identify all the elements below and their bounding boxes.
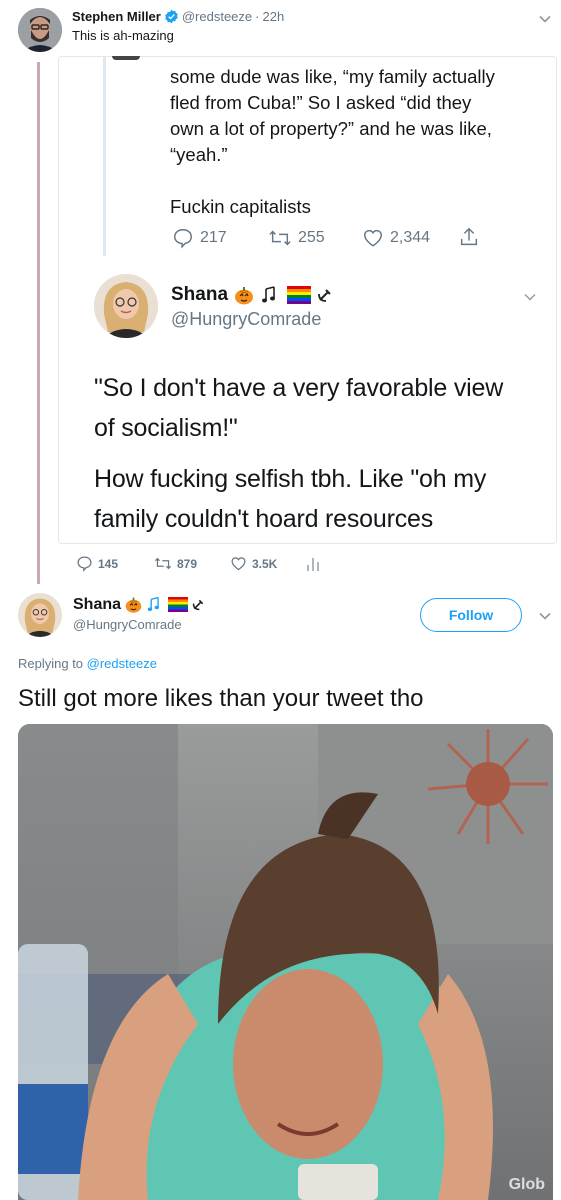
thread-line — [37, 62, 40, 584]
embedded-text-line: family couldn't hoard resources — [94, 505, 434, 533]
shana-avatar[interactable] — [18, 593, 62, 637]
tweet-header: Stephen Miller @redsteeze · 22h — [72, 9, 284, 24]
embedded-retweet-stat[interactable]: 879 — [154, 555, 197, 572]
quoted-line: fled from Cuba!” So I asked “did they — [170, 92, 472, 113]
embedded-name-row: Shana — [171, 284, 334, 306]
gif-watermark: Glob — [508, 1176, 545, 1193]
reply-author-handle[interactable]: @HungryComrade — [73, 617, 182, 632]
follow-button[interactable]: Follow — [420, 598, 522, 632]
reply-tweet-text: Still got more likes than your tweet tho — [18, 685, 424, 712]
quoted-line: “yeah.” — [170, 144, 228, 165]
tweet-time[interactable]: 22h — [263, 9, 285, 24]
replying-to-handle[interactable]: @redsteeze — [87, 656, 157, 671]
quoted-thread-line — [103, 56, 106, 256]
reply-icon — [77, 556, 92, 572]
embedded-author-handle[interactable]: @HungryComrade — [171, 309, 321, 330]
tweet-text: This is ah-mazing — [72, 28, 174, 43]
pumpkin-emoji — [235, 287, 254, 305]
quoted-punchline: Fuckin capitalists — [170, 196, 311, 217]
time-separator: · — [255, 9, 260, 24]
embedded-author-name[interactable]: Shana — [171, 284, 228, 306]
hammer-sickle-emoji — [318, 289, 331, 302]
cropped-avatar-edge — [112, 56, 140, 60]
verified-badge-icon — [164, 9, 179, 24]
embedded-text-line: of socialism!" — [94, 414, 238, 442]
like-icon — [231, 557, 246, 571]
retweet-count: 255 — [298, 229, 325, 246]
music-notes-emoji — [262, 286, 276, 303]
replying-to-label: Replying to — [18, 656, 87, 671]
quoted-line: some dude was like, “my family actually — [170, 66, 495, 87]
reply-icon — [174, 229, 192, 249]
retweet-icon — [154, 557, 172, 570]
like-count: 2,344 — [390, 229, 431, 246]
quoted-retweet-stat[interactable]: 255 — [268, 227, 325, 249]
retweet-count: 879 — [177, 556, 198, 571]
embedded-like-stat[interactable]: 3.5K — [230, 555, 277, 572]
gif-media[interactable]: Glob — [18, 724, 553, 1200]
rainbow-flag-emoji — [168, 597, 189, 612]
hammer-sickle-emoji — [192, 599, 204, 611]
stephen-miller-avatar[interactable] — [18, 8, 62, 52]
chevron-down-icon[interactable] — [538, 609, 552, 623]
reply-count: 145 — [98, 556, 119, 571]
rainbow-flag-emoji — [287, 286, 312, 304]
quoted-reply-stat[interactable]: 217 — [172, 227, 227, 249]
quoted-like-stat[interactable]: 2,344 — [362, 227, 430, 249]
like-icon — [364, 229, 382, 247]
shana-avatar-large[interactable] — [94, 274, 158, 338]
embedded-text-line: How fucking selfish tbh. Like "oh my — [94, 465, 487, 493]
author-name[interactable]: Stephen Miller — [72, 9, 161, 24]
quoted-tweet-text: some dude was like, “my family actually … — [170, 64, 540, 220]
analytics-icon[interactable] — [306, 556, 320, 571]
author-handle[interactable]: @redsteeze — [182, 9, 252, 24]
reply-count: 217 — [200, 229, 227, 246]
quoted-line: own a lot of property?” and he was like, — [170, 118, 492, 139]
replying-to: Replying to @redsteeze — [18, 656, 157, 671]
reply-author-name[interactable]: Shana — [73, 596, 121, 614]
share-icon[interactable] — [458, 226, 480, 248]
music-notes-emoji — [147, 596, 159, 611]
pumpkin-emoji — [125, 597, 142, 613]
embedded-text-line: "So I don't have a very favorable view — [94, 374, 504, 402]
reply-name-row: Shana — [73, 595, 206, 614]
like-count: 3.5K — [252, 556, 278, 571]
chevron-down-icon[interactable] — [538, 12, 552, 26]
embedded-reply-stat[interactable]: 145 — [76, 555, 118, 572]
chevron-down-icon[interactable] — [523, 290, 537, 304]
retweet-icon — [269, 230, 291, 246]
